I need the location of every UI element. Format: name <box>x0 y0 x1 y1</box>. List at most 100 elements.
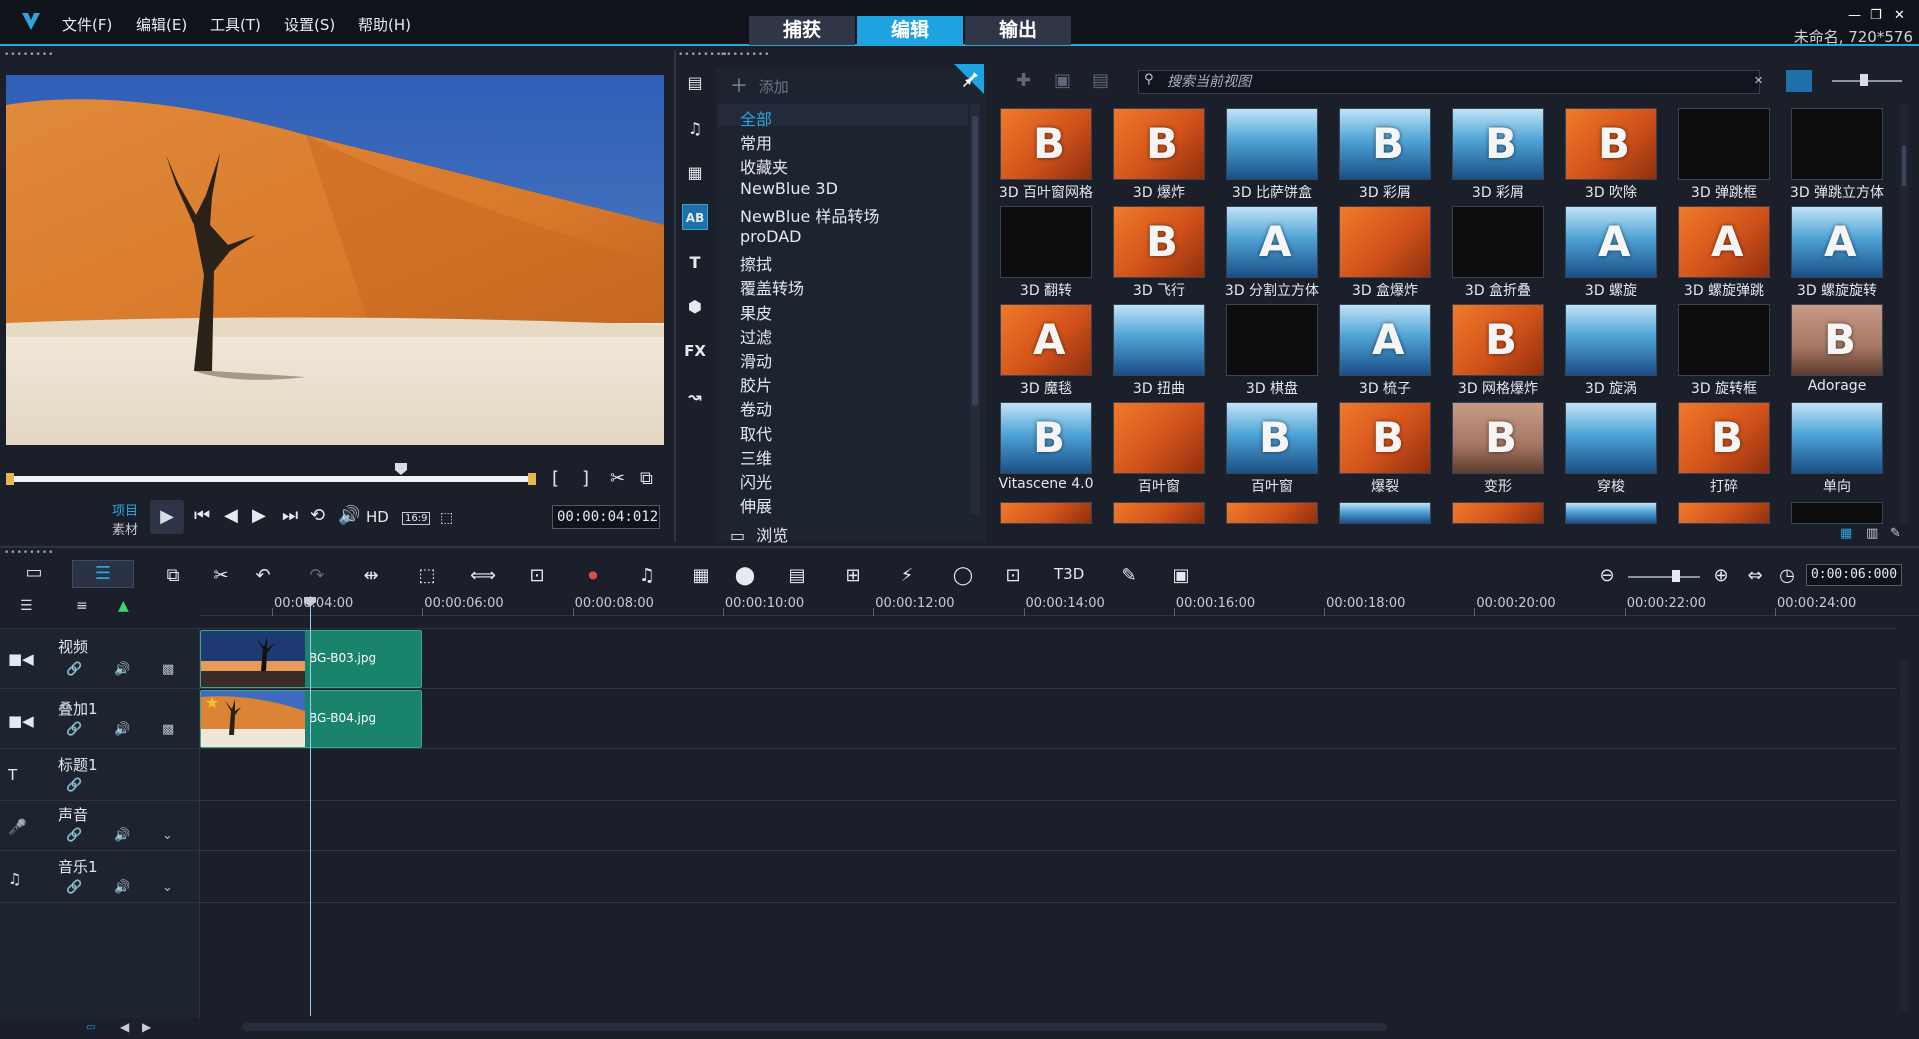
category-item[interactable]: proDAD <box>740 227 801 246</box>
repeat-icon[interactable]: ⟲ <box>310 505 325 526</box>
category-item[interactable]: 三维 <box>740 445 772 469</box>
smartproxy-icon[interactable]: ⬚ <box>414 565 440 586</box>
redo-icon[interactable]: ↷ <box>304 565 330 586</box>
timeline-clip[interactable]: BG-B03.jpg <box>200 630 422 688</box>
tab-edit[interactable]: 编辑 <box>857 16 963 45</box>
category-item[interactable]: 伸展 <box>740 493 772 517</box>
trim-start-marker[interactable] <box>6 473 14 485</box>
category-item[interactable]: 擦拭 <box>740 251 772 275</box>
playhead[interactable] <box>310 596 311 1016</box>
link-icon[interactable]: 🔗 <box>66 722 82 737</box>
trim-end-marker[interactable] <box>528 473 536 485</box>
record-capture-icon[interactable]: ⏺ <box>580 565 606 586</box>
transition-thumbnail[interactable]: B <box>1113 108 1205 180</box>
next-frame-icon[interactable]: ▶ <box>252 505 266 526</box>
end-icon[interactable]: ⏭ <box>282 505 298 526</box>
fit-in-window-icon[interactable]: ⇹ <box>358 565 384 586</box>
motion-tracking-icon[interactable]: ⬤ <box>732 565 758 586</box>
templates-icon[interactable]: ▦ <box>682 160 708 186</box>
pan-zoom-icon[interactable]: ⊡ <box>524 565 550 586</box>
category-item[interactable]: 卷动 <box>740 396 772 420</box>
media-icon[interactable]: ▤ <box>682 70 708 96</box>
title-icon[interactable]: T <box>682 250 708 276</box>
zoom-in-icon[interactable]: ⊕ <box>1708 565 1734 586</box>
transition-thumbnail[interactable]: B <box>1339 402 1431 474</box>
transition-thumbnail[interactable]: B <box>1000 402 1092 474</box>
pin-icon[interactable] <box>954 64 984 94</box>
transition-thumbnail[interactable] <box>1113 502 1205 524</box>
ripple-icon[interactable]: ▩ <box>162 662 174 677</box>
transition-thumbnail[interactable] <box>1113 402 1205 474</box>
category-scroll-thumb[interactable] <box>972 116 978 406</box>
transition-thumbnail[interactable]: B <box>1226 402 1318 474</box>
fit-project-icon[interactable]: ⇔ <box>1742 565 1768 586</box>
zoom-slider[interactable] <box>1628 576 1700 578</box>
thumb-view-icon[interactable]: ▦ <box>1840 526 1852 541</box>
scroll-left-icon[interactable]: ◀ <box>120 1020 129 1034</box>
add-folder-button[interactable]: ＋ 添加 <box>730 72 789 98</box>
mark-in-icon[interactable]: [ <box>552 468 559 489</box>
time-remapping-icon[interactable]: ⚡ <box>894 565 920 586</box>
subtitle-editor-icon[interactable]: ▤ <box>784 565 810 586</box>
category-item[interactable]: 全部 <box>740 106 772 130</box>
home-icon[interactable]: ⏮ <box>194 505 210 526</box>
link-icon[interactable]: 🔗 <box>66 828 82 843</box>
menu-help[interactable]: 帮助(H) <box>358 14 411 35</box>
instant-project-icon[interactable]: ♫ <box>682 116 708 142</box>
panel-grip[interactable]: •••••••• <box>4 548 54 558</box>
mask-creator-icon[interactable]: ◯ <box>950 565 976 586</box>
close-icon[interactable]: ✕ <box>1894 8 1905 23</box>
mode-clip[interactable]: 素材 <box>112 519 138 538</box>
transition-thumbnail[interactable]: B <box>1113 206 1205 278</box>
transition-thumbnail[interactable] <box>1678 304 1770 376</box>
ripple-edit-icon[interactable]: ⟺ <box>470 565 496 586</box>
transition-thumbnail[interactable] <box>1565 502 1657 524</box>
transition-thumbnail[interactable] <box>1791 502 1883 524</box>
transition-icon[interactable]: AB <box>682 204 708 230</box>
transition-thumbnail[interactable]: B <box>1791 304 1883 376</box>
apply-to-all-icon[interactable]: ▤ <box>1092 70 1109 91</box>
category-item[interactable]: NewBlue 3D <box>740 179 838 198</box>
filter-fx-icon[interactable]: FX <box>682 338 708 364</box>
transition-thumbnail[interactable]: B <box>1678 402 1770 474</box>
menu-tools[interactable]: 工具(T) <box>210 14 261 35</box>
add-replace-media-icon[interactable]: ⧉ <box>160 565 186 586</box>
timeline-vertical-scrollbar[interactable] <box>1900 660 1908 1010</box>
transition-thumbnail[interactable]: B <box>1452 108 1544 180</box>
transition-thumbnail[interactable] <box>1113 304 1205 376</box>
category-item[interactable]: 胶片 <box>740 372 772 396</box>
link-icon[interactable]: 🔗 <box>66 880 82 895</box>
panel-grip[interactable]: •••••••• <box>720 50 770 60</box>
transition-thumbnail[interactable] <box>1226 502 1318 524</box>
play-icon[interactable]: ▶ <box>150 500 184 534</box>
detail-view-icon[interactable]: ▥ <box>1866 526 1878 541</box>
mute-icon[interactable]: 🔊 <box>114 662 130 677</box>
tab-share[interactable]: 输出 <box>965 16 1071 45</box>
transition-thumbnail[interactable] <box>1565 402 1657 474</box>
sound-mixer-icon[interactable]: ♫ <box>634 565 660 586</box>
transition-thumbnail[interactable]: A <box>1678 206 1770 278</box>
transition-thumbnail[interactable] <box>1678 502 1770 524</box>
mute-icon[interactable]: 🔊 <box>114 828 130 843</box>
undo-icon[interactable]: ↶ <box>250 565 276 586</box>
scrubber-handle-icon[interactable] <box>394 462 408 476</box>
paint-creator-icon[interactable]: ✎ <box>1116 565 1142 586</box>
category-item[interactable]: 果皮 <box>740 300 772 324</box>
transition-thumbnail[interactable] <box>1452 502 1544 524</box>
link-icon[interactable]: 🔗 <box>66 662 82 677</box>
path-icon[interactable]: ↝ <box>682 384 708 410</box>
transition-thumbnail[interactable] <box>1339 502 1431 524</box>
split-screen-icon[interactable]: ⊞ <box>840 565 866 586</box>
gallery-scroll-thumb[interactable] <box>1902 146 1906 186</box>
category-item[interactable]: 取代 <box>740 421 772 445</box>
scroll-right-icon[interactable]: ▶ <box>142 1020 151 1034</box>
timecode-field[interactable]: 00:00:04:012 <box>552 505 660 529</box>
category-item[interactable]: 滑动 <box>740 348 772 372</box>
transition-thumbnail[interactable]: A <box>1000 304 1092 376</box>
transition-thumbnail[interactable] <box>1791 402 1883 474</box>
category-item[interactable]: NewBlue 样品转场 <box>740 203 879 227</box>
clear-search-icon[interactable]: ✕ <box>1754 74 1763 87</box>
transition-thumbnail[interactable] <box>1000 502 1092 524</box>
expand-icon[interactable]: ⌄ <box>162 880 173 895</box>
enlarge-preview-icon[interactable]: ⧉ <box>640 468 653 489</box>
